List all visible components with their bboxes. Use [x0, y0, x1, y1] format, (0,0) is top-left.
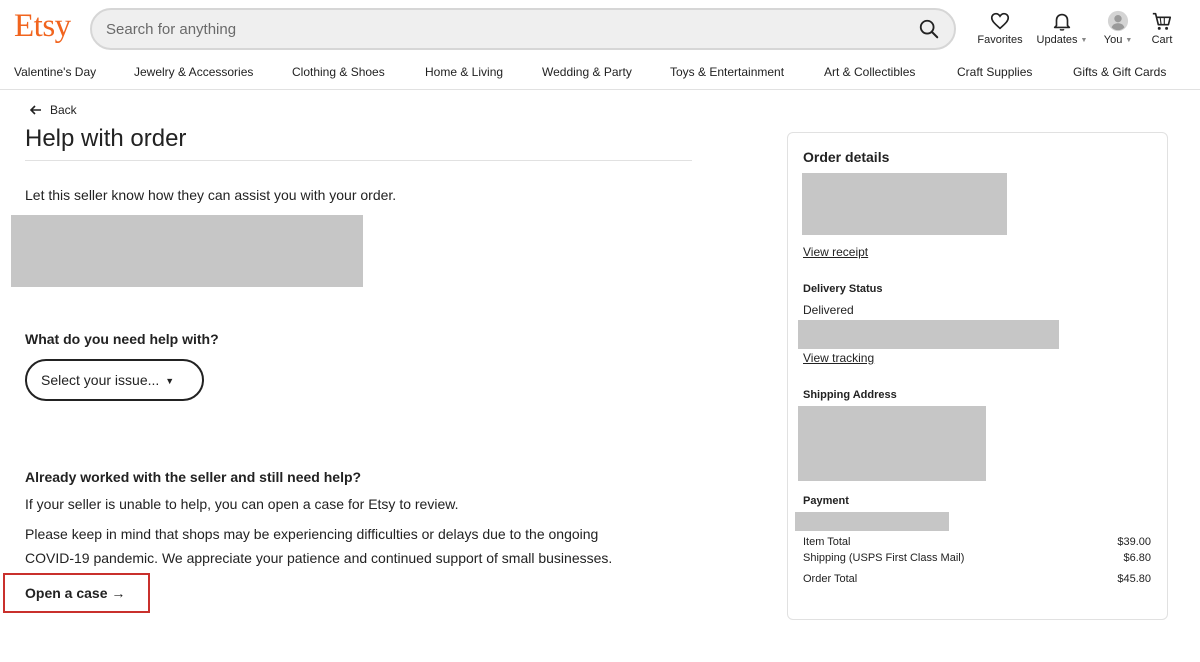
- back-link[interactable]: Back: [30, 103, 77, 117]
- favorites-button[interactable]: Favorites: [976, 10, 1024, 46]
- category-art-collectibles[interactable]: Art & Collectibles: [824, 65, 915, 79]
- intro-text: Let this seller know how they can assist…: [25, 187, 397, 203]
- cart-icon: [1152, 12, 1172, 30]
- open-case-description: If your seller is unable to help, you ca…: [25, 496, 459, 512]
- order-total-label: Order Total: [803, 573, 858, 585]
- updates-button[interactable]: Updates ▼: [1034, 10, 1090, 46]
- redacted-shipping-address: [798, 406, 986, 481]
- back-label: Back: [50, 103, 77, 117]
- order-total-row: Order Total $45.80: [803, 573, 1151, 585]
- redacted-item-image: [802, 173, 1007, 235]
- chevron-down-icon: ▼: [1080, 37, 1088, 44]
- shipping-cost-row: Shipping (USPS First Class Mail) $6.80: [803, 552, 1151, 564]
- site-header: Etsy Favorites Updates▼ You▼: [0, 0, 1200, 58]
- item-total-row: Item Total $39.00: [803, 536, 1151, 548]
- account-button[interactable]: You ▼: [1098, 10, 1138, 46]
- cart-button[interactable]: Cart: [1146, 10, 1178, 46]
- delivery-status-heading: Delivery Status: [803, 283, 883, 295]
- etsy-logo[interactable]: Etsy: [14, 8, 71, 45]
- search-bar[interactable]: [90, 8, 956, 50]
- category-wedding-party[interactable]: Wedding & Party: [542, 65, 632, 79]
- category-home-living[interactable]: Home & Living: [425, 65, 503, 79]
- you-label: You: [1103, 34, 1123, 46]
- bell-icon: [1053, 13, 1071, 31]
- search-icon: [919, 19, 939, 39]
- heart-icon: [990, 12, 1010, 30]
- category-nav: Valentine's Day Jewelry & Accessories Cl…: [0, 62, 1200, 90]
- divider: [25, 160, 692, 161]
- item-total-label: Item Total: [803, 536, 851, 548]
- search-button[interactable]: [918, 18, 940, 40]
- page-title: Help with order: [25, 125, 187, 152]
- covid-notice-line-1: Please keep in mind that shops may be ex…: [25, 526, 599, 542]
- help-question-label: What do you need help with?: [25, 331, 219, 347]
- view-receipt-link[interactable]: View receipt: [803, 245, 868, 259]
- redacted-payment-method: [795, 512, 949, 531]
- category-craft-supplies[interactable]: Craft Supplies: [957, 65, 1032, 79]
- category-clothing-shoes[interactable]: Clothing & Shoes: [292, 65, 385, 79]
- still-need-help-heading: Already worked with the seller and still…: [25, 469, 362, 485]
- open-case-link[interactable]: Open a case →: [25, 585, 125, 601]
- redacted-tracking-info: [798, 320, 1059, 349]
- shipping-cost-label: Shipping (USPS First Class Mail): [803, 552, 965, 564]
- delivery-status-value: Delivered: [803, 303, 854, 317]
- search-input[interactable]: [106, 10, 886, 48]
- view-tracking-link[interactable]: View tracking: [803, 351, 874, 365]
- select-issue-dropdown[interactable]: Select your issue... ▼: [25, 359, 204, 401]
- chevron-down-icon: ▼: [1125, 37, 1133, 44]
- category-valentines-day[interactable]: Valentine's Day: [14, 65, 96, 79]
- avatar-icon: [1107, 10, 1129, 32]
- shipping-cost-value: $6.80: [1123, 552, 1151, 564]
- item-total-value: $39.00: [1117, 536, 1151, 548]
- shipping-address-heading: Shipping Address: [803, 389, 897, 401]
- order-total-value: $45.80: [1117, 573, 1151, 585]
- payment-heading: Payment: [803, 495, 849, 507]
- covid-notice-line-2: COVID-19 pandemic. We appreciate your pa…: [25, 550, 613, 566]
- order-details-title: Order details: [803, 149, 890, 165]
- select-issue-label: Select your issue...: [41, 372, 160, 388]
- favorites-label: Favorites: [977, 34, 1023, 46]
- caret-down-icon: ▼: [165, 376, 175, 386]
- redacted-order-item: [11, 215, 363, 287]
- updates-label: Updates: [1036, 34, 1078, 46]
- cart-label: Cart: [1151, 34, 1173, 46]
- category-jewelry-accessories[interactable]: Jewelry & Accessories: [134, 65, 253, 79]
- arrow-left-icon: [30, 105, 41, 115]
- category-toys-entertainment[interactable]: Toys & Entertainment: [670, 65, 784, 79]
- category-gifts-gift-cards[interactable]: Gifts & Gift Cards: [1073, 65, 1166, 79]
